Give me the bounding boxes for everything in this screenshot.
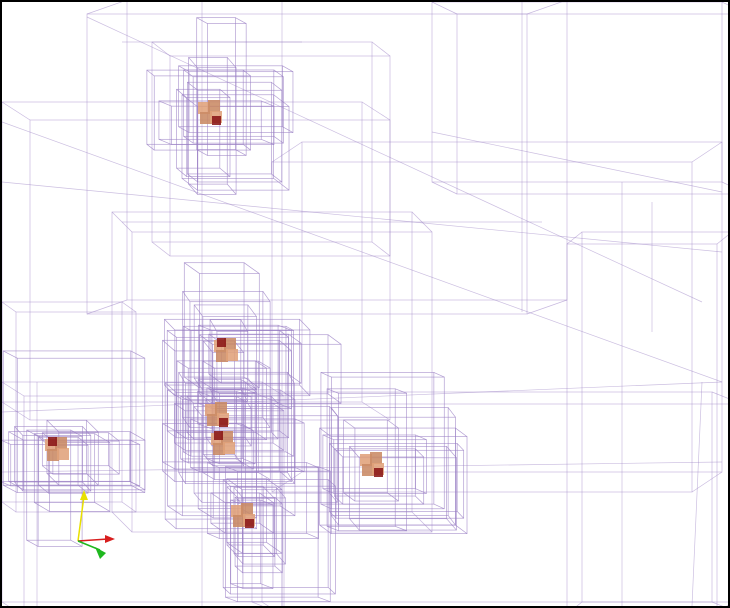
voxel-cluster xyxy=(45,437,69,461)
voxel-cluster xyxy=(211,431,235,455)
octree-cell-large xyxy=(251,391,728,606)
octree-cell xyxy=(196,17,247,156)
voxel-cluster xyxy=(360,452,384,477)
octree-cell xyxy=(187,81,283,183)
perspective-edge xyxy=(691,381,703,606)
perspective-edge xyxy=(86,16,703,303)
axes-gizmo-icon xyxy=(77,490,115,559)
octree-wireframe xyxy=(2,2,728,606)
3d-viewport[interactable] xyxy=(0,0,730,608)
voxel-cluster xyxy=(198,100,222,125)
voxel-cluster xyxy=(214,338,238,362)
octree-cell-large xyxy=(566,231,728,606)
octree-wireframe-scene[interactable] xyxy=(2,2,728,606)
octree-cell-large xyxy=(86,2,568,315)
octree-cell-large xyxy=(431,2,728,195)
octree-cell xyxy=(319,427,468,534)
voxel-cluster xyxy=(231,503,255,528)
voxel-cluster xyxy=(205,402,229,427)
